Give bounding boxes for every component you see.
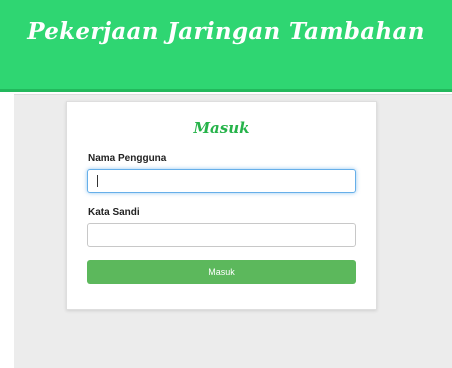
app-header: Pekerjaan Jaringan Tambahan <box>0 0 452 92</box>
username-label: Nama Pengguna <box>88 153 167 164</box>
login-card: Masuk Nama Pengguna Kata Sandi Masuk <box>66 101 377 310</box>
password-input[interactable] <box>87 223 356 247</box>
password-label: Kata Sandi <box>88 207 140 218</box>
text-cursor <box>97 175 98 187</box>
username-input[interactable] <box>87 169 356 193</box>
app-title: Pekerjaan Jaringan Tambahan <box>27 18 425 45</box>
login-title: Masuk <box>193 119 250 137</box>
login-button[interactable]: Masuk <box>87 260 356 284</box>
